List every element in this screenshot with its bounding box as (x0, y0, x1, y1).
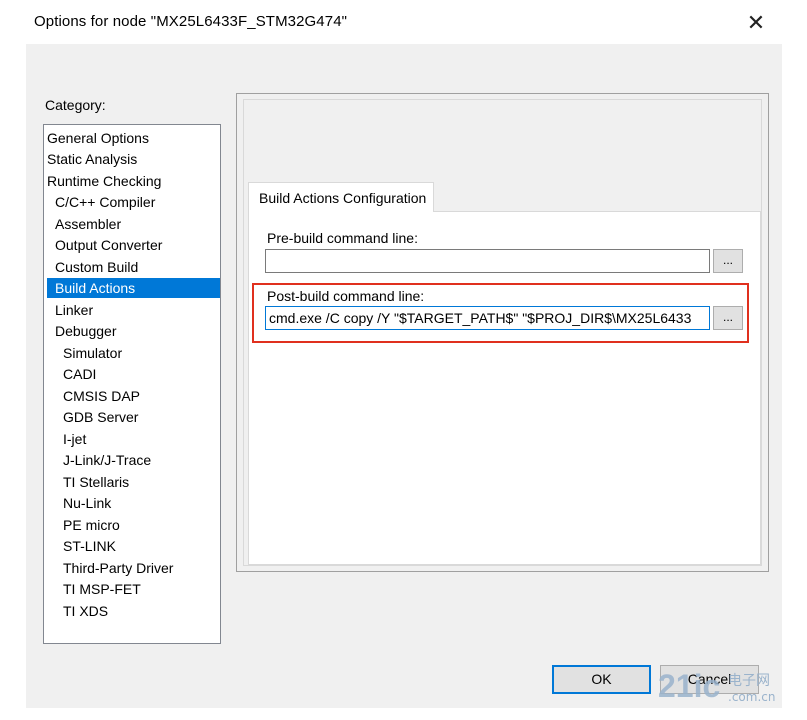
category-item-cmsis-dap[interactable]: CMSIS DAP (63, 386, 140, 406)
postbuild-command-input[interactable] (266, 307, 709, 329)
postbuild-browse-button[interactable]: ... (713, 306, 743, 330)
category-item-ti-stellaris[interactable]: TI Stellaris (63, 472, 129, 492)
category-item-build-actions[interactable]: Build Actions (47, 278, 220, 298)
prebuild-label: Pre-build command line: (267, 230, 418, 246)
site-watermark-logo: 21ic 电子网 .com.cn (658, 666, 804, 714)
tab-build-actions-configuration[interactable]: Build Actions Configuration (248, 182, 434, 212)
category-item-pe-micro[interactable]: PE micro (63, 515, 120, 535)
category-item-assembler[interactable]: Assembler (55, 214, 121, 234)
window-title: Options for node "MX25L6433F_STM32G474" (34, 13, 348, 30)
category-item-debugger[interactable]: Debugger (55, 321, 117, 341)
prebuild-command-field[interactable] (265, 249, 710, 273)
category-item-j-link[interactable]: J-Link/J-Trace (63, 450, 151, 470)
category-item-runtime-checking[interactable]: Runtime Checking (47, 171, 161, 191)
watermark-url-text: .com.cn (728, 690, 776, 704)
category-item-third-party-driver[interactable]: Third-Party Driver (63, 558, 173, 578)
postbuild-command-field[interactable] (265, 306, 710, 330)
watermark-logo-text: 21ic (658, 668, 721, 704)
watermark-cn-text: 电子网 (728, 673, 770, 689)
category-item-output-converter[interactable]: Output Converter (55, 235, 162, 255)
category-item-gdb-server[interactable]: GDB Server (63, 407, 138, 427)
prebuild-command-input[interactable] (266, 250, 709, 272)
category-item-ti-xds[interactable]: TI XDS (63, 601, 108, 621)
category-item-c-cpp-compiler[interactable]: C/C++ Compiler (55, 192, 155, 212)
prebuild-browse-button[interactable]: ... (713, 249, 743, 273)
category-list[interactable]: General Options Static Analysis Runtime … (43, 124, 221, 644)
category-item-linker[interactable]: Linker (55, 300, 93, 320)
category-item-ti-msp-fet[interactable]: TI MSP-FET (63, 579, 141, 599)
category-item-st-link[interactable]: ST-LINK (63, 536, 116, 556)
category-item-simulator[interactable]: Simulator (63, 343, 122, 363)
category-label: Category: (45, 97, 106, 113)
category-item-general-options[interactable]: General Options (47, 128, 149, 148)
ok-button[interactable]: OK (552, 665, 651, 694)
postbuild-label: Post-build command line: (267, 288, 425, 304)
category-item-static-analysis[interactable]: Static Analysis (47, 149, 137, 169)
category-item-i-jet[interactable]: I-jet (63, 429, 86, 449)
category-item-custom-build[interactable]: Custom Build (55, 257, 138, 277)
tab-label: Build Actions Configuration (259, 190, 427, 206)
title-bar: Options for node "MX25L6433F_STM32G474" … (0, 0, 807, 44)
category-item-nu-link[interactable]: Nu-Link (63, 493, 111, 513)
category-item-cadi[interactable]: CADI (63, 364, 96, 384)
close-icon[interactable]: ✕ (741, 9, 771, 37)
